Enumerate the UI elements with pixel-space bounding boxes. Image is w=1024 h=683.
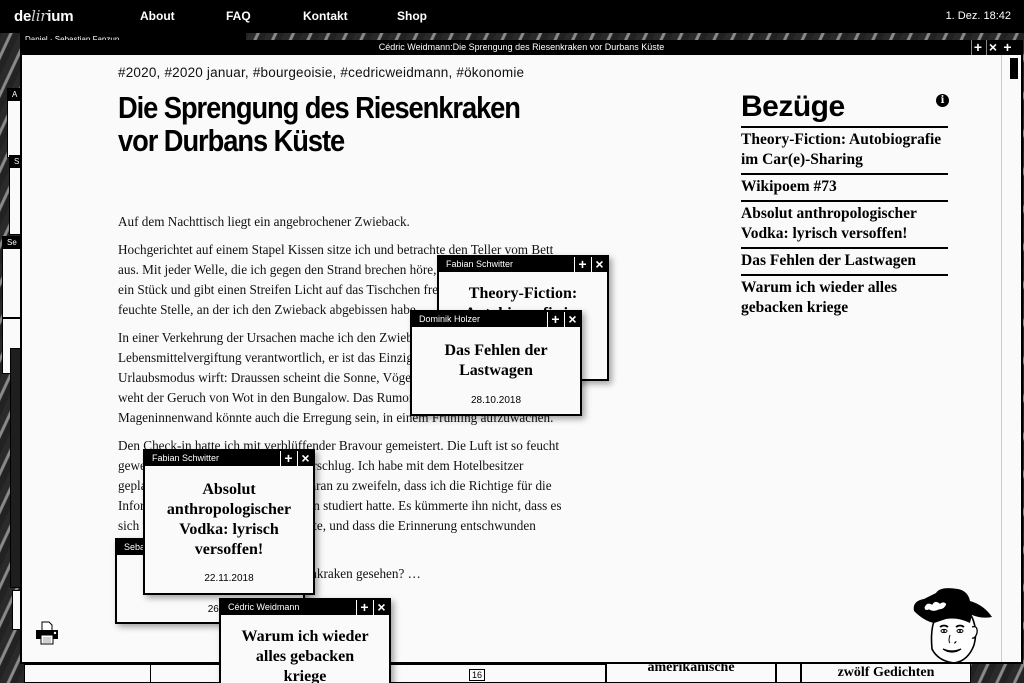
references-sidebar: Bezüge Theory-Fiction: Autobiografie im … — [741, 89, 948, 321]
popup-titlebar[interactable]: Dominik Holzer + × — [412, 312, 580, 327]
popup-titlebar[interactable]: Cédric Weidmann + × — [221, 600, 389, 615]
popup-expand-button[interactable]: + — [574, 257, 590, 272]
window-title[interactable]: Cédric Weidmann:Die Sprengung des Riesen… — [20, 40, 1023, 55]
expand-button[interactable]: + — [971, 40, 984, 55]
logo-part-italic: lir — [31, 7, 48, 25]
popup-titlebar[interactable]: Fabian Schwitter + × — [145, 451, 313, 466]
popup-author: Dominik Holzer — [419, 314, 481, 324]
references-heading: Bezüge — [741, 89, 948, 128]
logo-part: de — [14, 8, 32, 25]
reference-popup[interactable]: Fabian Schwitter + × Absolut anthropolog… — [143, 449, 315, 595]
popup-expand-button[interactable]: + — [547, 312, 563, 327]
background-window-title: zwölf Gedichten — [837, 665, 935, 680]
close-button[interactable]: × — [986, 40, 999, 55]
article-title: Die Sprengung des Riesenkraken vor Durba… — [118, 90, 521, 158]
article-tags[interactable]: #2020, #2020 januar, #bourgeoisie, #cedr… — [118, 65, 524, 80]
printer-icon[interactable] — [34, 620, 60, 646]
background-window[interactable] — [150, 664, 220, 683]
popup-close-button[interactable]: × — [297, 451, 313, 466]
reference-link[interactable]: Theory-Fiction: Autobiografie im Car(e)-… — [741, 128, 948, 175]
background-window[interactable]: 16 — [386, 664, 606, 683]
logo-part: ium — [47, 8, 74, 25]
nav-kontakt[interactable]: Kontakt — [303, 9, 348, 23]
nav-about[interactable]: About — [140, 9, 175, 23]
popup-title[interactable]: Warum ich wieder alles gebacken kriege — [221, 627, 389, 683]
popup-close-button[interactable]: × — [373, 600, 389, 615]
delirium-logo[interactable]: delirium — [14, 7, 74, 25]
reference-link[interactable]: Wikipoem #73 — [741, 175, 948, 202]
reference-link[interactable]: Warum ich wieder alles gebacken kriege — [741, 276, 948, 321]
background-window[interactable] — [24, 664, 154, 683]
popup-date: 22.11.2018 — [204, 573, 254, 584]
popup-expand-button[interactable]: + — [356, 600, 372, 615]
add-button[interactable]: + — [1001, 40, 1014, 55]
popup-title[interactable]: Das Fehlen der Lastwagen — [412, 341, 580, 381]
author-avatar[interactable] — [910, 587, 994, 662]
popup-author: Fabian Schwitter — [152, 453, 220, 463]
top-navigation-bar: delirium About FAQ Kontakt Shop 1. Dez. … — [0, 0, 1024, 33]
popup-author: Fabian Schwitter — [446, 259, 514, 269]
reference-popup[interactable]: Cédric Weidmann + × Warum ich wieder all… — [219, 598, 391, 683]
popup-date: 28.10.2018 — [470, 395, 522, 406]
popup-close-button[interactable]: × — [564, 312, 580, 327]
nav-faq[interactable]: FAQ — [226, 9, 251, 23]
popup-titlebar[interactable]: Fabian Schwitter + × — [439, 257, 607, 272]
reference-link[interactable]: Absolut anthropologischer Vodka: lyrisch… — [741, 202, 948, 249]
popup-expand-button[interactable]: + — [280, 451, 296, 466]
popup-author: Cédric Weidmann — [228, 602, 300, 612]
reference-popup[interactable]: Dominik Holzer + × Das Fehlen der Lastwa… — [410, 310, 582, 416]
info-icon[interactable]: i — [936, 94, 949, 107]
popup-title[interactable]: Absolut anthropologischer Vodka: lyrisch… — [145, 480, 313, 560]
popup-close-button[interactable]: × — [591, 257, 607, 272]
scrollbar-thumb[interactable] — [1010, 58, 1018, 79]
clock: 1. Dez. 18:42 — [945, 10, 1011, 22]
background-window-number: 16 — [469, 669, 486, 681]
nav-shop[interactable]: Shop — [397, 9, 427, 23]
scrollbar[interactable] — [1001, 55, 1021, 662]
paragraph: Auf dem Nachttisch liegt ein angebrochen… — [118, 214, 410, 229]
reference-link[interactable]: Das Fehlen der Lastwagen — [741, 249, 948, 276]
